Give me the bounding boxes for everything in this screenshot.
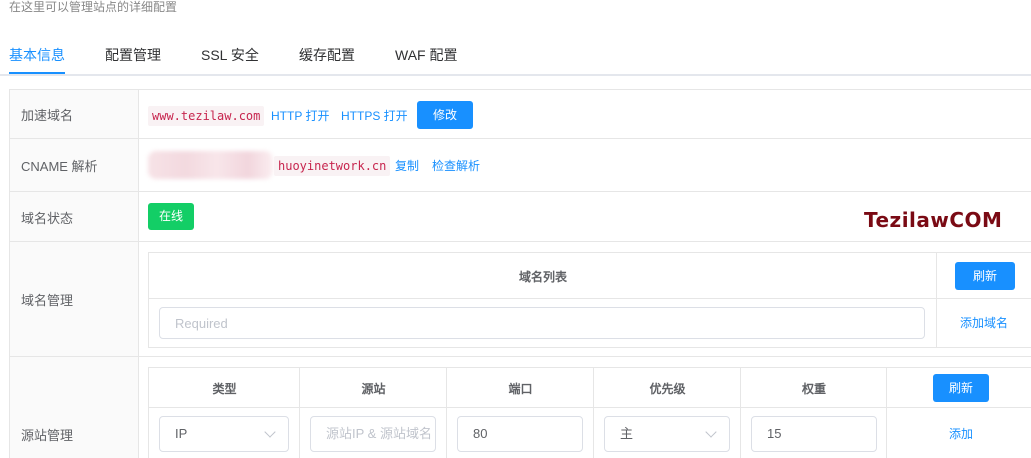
tab-cache-config[interactable]: 缓存配置 [299, 46, 355, 64]
col-weight-header: 权重 [801, 382, 826, 396]
label-cell: 域名状态 [9, 192, 139, 241]
header-cell: 优先级 [594, 368, 741, 408]
priority-cell: 主 [594, 408, 741, 458]
edit-domain-button[interactable]: 修改 [417, 101, 473, 129]
row-label: 域名状态 [21, 211, 74, 226]
origin-type-select[interactable]: IP [159, 416, 289, 452]
col-port-header: 端口 [508, 382, 533, 396]
label-cell: CNAME 解析 [9, 139, 139, 191]
port-cell: 80 [447, 408, 594, 458]
domain-list-header: 域名列表 [518, 270, 567, 284]
site-info-table: 加速域名 www.tezilaw.com HTTP 打开 HTTPS 打开 修改… [9, 89, 1031, 458]
active-tab-indicator [9, 72, 65, 74]
header-cell: 源站 [300, 368, 447, 408]
watermark-text: TezilawCOM [864, 208, 1003, 232]
chevron-down-icon [705, 426, 717, 438]
copy-cname-link[interactable]: 复制 [395, 158, 419, 174]
tab-ssl-security[interactable]: SSL 安全 [201, 46, 259, 64]
port-input[interactable]: 80 [457, 416, 583, 452]
origin-address-input[interactable]: 源站IP & 源站域名 [310, 416, 436, 452]
chevron-down-icon [264, 426, 276, 438]
weight-input[interactable]: 15 [751, 416, 877, 452]
label-cell: 域名管理 [9, 242, 139, 356]
content-cell: huoyinetwork.cn 复制 检查解析 [138, 139, 1031, 191]
refresh-domain-list-button[interactable]: 刷新 [955, 262, 1015, 290]
domain-value: www.tezilaw.com [148, 106, 265, 126]
header-cell: 域名列表 [149, 253, 937, 299]
add-origin-link[interactable]: 添加 [949, 426, 973, 442]
row-cname: CNAME 解析 huoyinetwork.cn 复制 检查解析 [9, 139, 1031, 192]
header-cell: 权重 [741, 368, 887, 408]
row-origin-management: 源站管理 类型 源站 端口 优先级 权重 刷新 IP 源站IP & 源站域名 8… [9, 357, 1031, 458]
page-subtitle: 在这里可以管理站点的详细配置 [9, 0, 178, 14]
row-label: 域名管理 [21, 293, 74, 308]
content-cell: www.tezilaw.com HTTP 打开 HTTPS 打开 修改 [138, 90, 1031, 138]
priority-value: 主 [620, 426, 634, 441]
site-config-page: 在这里可以管理站点的详细配置 基本信息 配置管理 SSL 安全 缓存配置 WAF… [0, 0, 1031, 458]
origin-table: 类型 源站 端口 优先级 权重 刷新 IP 源站IP & 源站域名 80 主 1… [148, 367, 1031, 458]
cname-value: huoyinetwork.cn [274, 156, 391, 176]
header-action-cell: 刷新 [937, 253, 1031, 299]
redacted-cname-prefix [148, 151, 273, 179]
weight-cell: 15 [741, 408, 887, 458]
priority-select[interactable]: 主 [604, 416, 730, 452]
input-cell: Required [149, 299, 937, 347]
domain-list-table: 域名列表 刷新 Required 添加域名 [148, 252, 1031, 348]
origin-type-value: IP [175, 426, 188, 441]
label-cell: 加速域名 [9, 90, 139, 138]
refresh-origin-button[interactable]: 刷新 [933, 374, 989, 402]
row-accelerated-domain: 加速域名 www.tezilaw.com HTTP 打开 HTTPS 打开 修改 [9, 90, 1031, 139]
check-resolve-link[interactable]: 检查解析 [432, 158, 480, 174]
header-cell: 端口 [447, 368, 594, 408]
add-action-cell: 添加 [887, 408, 1031, 458]
col-origin-header: 源站 [361, 382, 386, 396]
header-cell: 类型 [149, 368, 300, 408]
tab-config-management[interactable]: 配置管理 [105, 46, 161, 64]
type-cell: IP [149, 408, 300, 458]
row-label: 源站管理 [21, 428, 74, 443]
header-action-cell: 刷新 [887, 368, 1031, 408]
row-label: CNAME 解析 [21, 159, 98, 174]
row-label: 加速域名 [21, 108, 74, 123]
add-domain-link[interactable]: 添加域名 [960, 315, 1008, 331]
status-badge: 在线 [148, 203, 194, 230]
open-http-link[interactable]: HTTP 打开 [271, 108, 329, 124]
content-cell: 类型 源站 端口 优先级 权重 刷新 IP 源站IP & 源站域名 80 主 1… [138, 357, 1031, 458]
tab-bar: 基本信息 配置管理 SSL 安全 缓存配置 WAF 配置 [0, 40, 1031, 76]
content-cell: 域名列表 刷新 Required 添加域名 [138, 242, 1031, 356]
origin-cell: 源站IP & 源站域名 [300, 408, 447, 458]
row-domain-management: 域名管理 域名列表 刷新 Required 添加域名 [9, 242, 1031, 357]
add-action-cell: 添加域名 [937, 299, 1031, 347]
open-https-link[interactable]: HTTPS 打开 [341, 108, 408, 124]
label-cell: 源站管理 [9, 357, 139, 458]
new-domain-input[interactable]: Required [159, 307, 925, 339]
col-priority-header: 优先级 [649, 382, 686, 396]
tab-basic-info[interactable]: 基本信息 [9, 46, 65, 64]
col-type-header: 类型 [212, 382, 237, 396]
tab-waf-config[interactable]: WAF 配置 [395, 46, 457, 64]
